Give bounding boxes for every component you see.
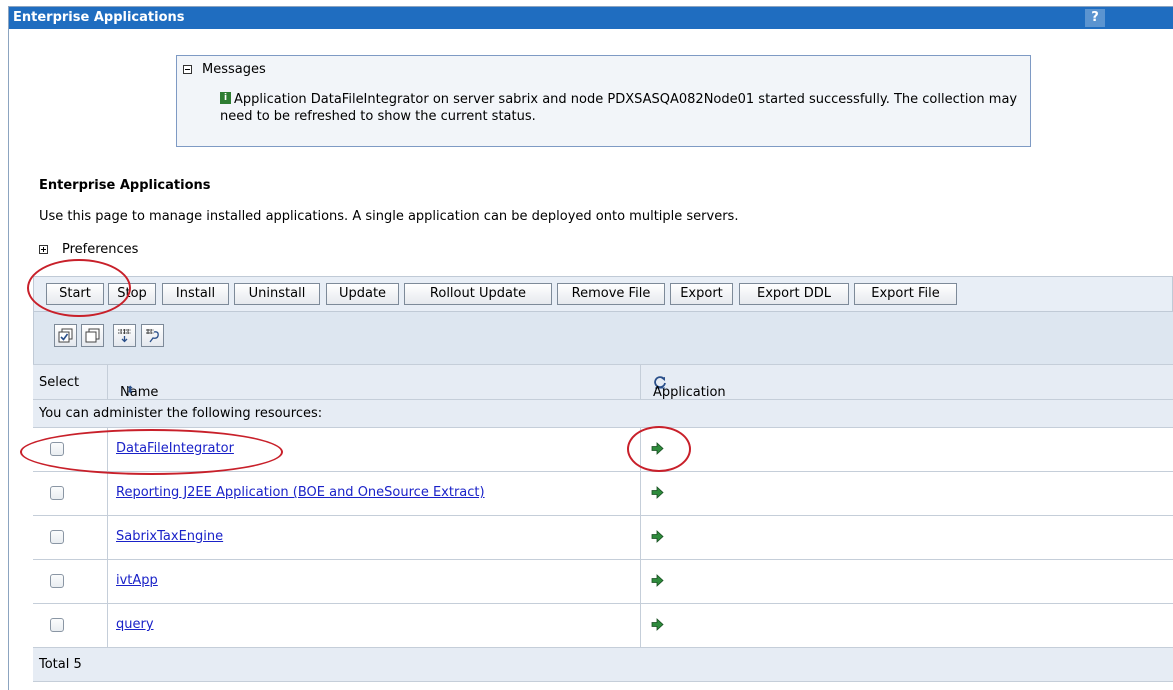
action-toolbar: Start Stop Install Uninstall Update Roll… bbox=[33, 276, 1173, 312]
table-row: SabrixTaxEngine bbox=[33, 516, 1173, 560]
table-subheader: You can administer the following resourc… bbox=[33, 400, 1173, 428]
install-button[interactable]: Install bbox=[162, 283, 229, 305]
app-link-datafileintegrator[interactable]: DataFileIntegrator bbox=[116, 441, 234, 456]
preferences-label: Preferences bbox=[62, 242, 139, 257]
total-count: Total 5 bbox=[39, 657, 82, 672]
row-checkbox[interactable] bbox=[50, 442, 64, 456]
start-button[interactable]: Start bbox=[46, 283, 104, 305]
help-icon[interactable]: ? bbox=[1085, 9, 1105, 27]
section-title: Enterprise Applications bbox=[39, 178, 211, 193]
started-status-icon bbox=[651, 618, 664, 631]
selection-toolbar bbox=[33, 312, 1173, 364]
expand-icon[interactable] bbox=[39, 245, 48, 254]
update-button[interactable]: Update bbox=[326, 283, 399, 305]
stop-button[interactable]: Stop bbox=[108, 283, 156, 305]
show-filter-icon[interactable] bbox=[113, 324, 136, 347]
export-button[interactable]: Export bbox=[670, 283, 733, 305]
table-header: Select Name⬍ Application Status bbox=[33, 364, 1173, 415]
table-footer: Total 5 bbox=[33, 648, 1173, 682]
messages-header[interactable]: Messages bbox=[183, 62, 266, 77]
title-bar: Enterprise Applications ? bbox=[9, 7, 1173, 29]
page-title: Enterprise Applications bbox=[13, 10, 185, 25]
row-checkbox[interactable] bbox=[50, 618, 64, 632]
started-status-icon bbox=[651, 530, 664, 543]
messages-header-label: Messages bbox=[202, 62, 266, 77]
table-row: Reporting J2EE Application (BOE and OneS… bbox=[33, 472, 1173, 516]
sort-icon[interactable]: ⬍ bbox=[126, 385, 134, 396]
select-all-icon[interactable] bbox=[54, 324, 77, 347]
page-description: Use this page to manage installed applic… bbox=[39, 209, 739, 224]
table-row: DataFileIntegrator bbox=[33, 428, 1173, 472]
deselect-all-icon[interactable] bbox=[81, 324, 104, 347]
row-checkbox[interactable] bbox=[50, 486, 64, 500]
messages-panel: Messages i Application DataFileIntegrato… bbox=[176, 55, 1031, 147]
app-link-reporting-j2ee[interactable]: Reporting J2EE Application (BOE and OneS… bbox=[116, 485, 485, 500]
clear-filter-icon[interactable] bbox=[141, 324, 164, 347]
export-file-button[interactable]: Export File bbox=[854, 283, 957, 305]
select-column-header: Select bbox=[39, 375, 80, 390]
remove-file-button[interactable]: Remove File bbox=[557, 283, 665, 305]
started-status-icon bbox=[651, 574, 664, 587]
status-column-header: Application Status bbox=[640, 365, 1173, 415]
rollout-update-button[interactable]: Rollout Update bbox=[404, 283, 552, 305]
started-status-icon bbox=[651, 486, 664, 499]
started-status-icon bbox=[651, 442, 664, 455]
preferences-toggle[interactable]: Preferences bbox=[39, 242, 138, 257]
row-checkbox[interactable] bbox=[50, 530, 64, 544]
app-link-ivtapp[interactable]: ivtApp bbox=[116, 573, 158, 588]
collapse-icon[interactable] bbox=[183, 65, 192, 74]
message-text: Application DataFileIntegrator on server… bbox=[220, 92, 1018, 124]
row-checkbox[interactable] bbox=[50, 574, 64, 588]
app-link-query[interactable]: query bbox=[116, 617, 154, 632]
table-row: query bbox=[33, 604, 1173, 648]
app-link-sabrixtaxengine[interactable]: SabrixTaxEngine bbox=[116, 529, 223, 544]
uninstall-button[interactable]: Uninstall bbox=[234, 283, 320, 305]
table-row: ivtApp bbox=[33, 560, 1173, 604]
export-ddl-button[interactable]: Export DDL bbox=[739, 283, 849, 305]
name-column-header[interactable]: Name ⬍ bbox=[107, 365, 640, 400]
